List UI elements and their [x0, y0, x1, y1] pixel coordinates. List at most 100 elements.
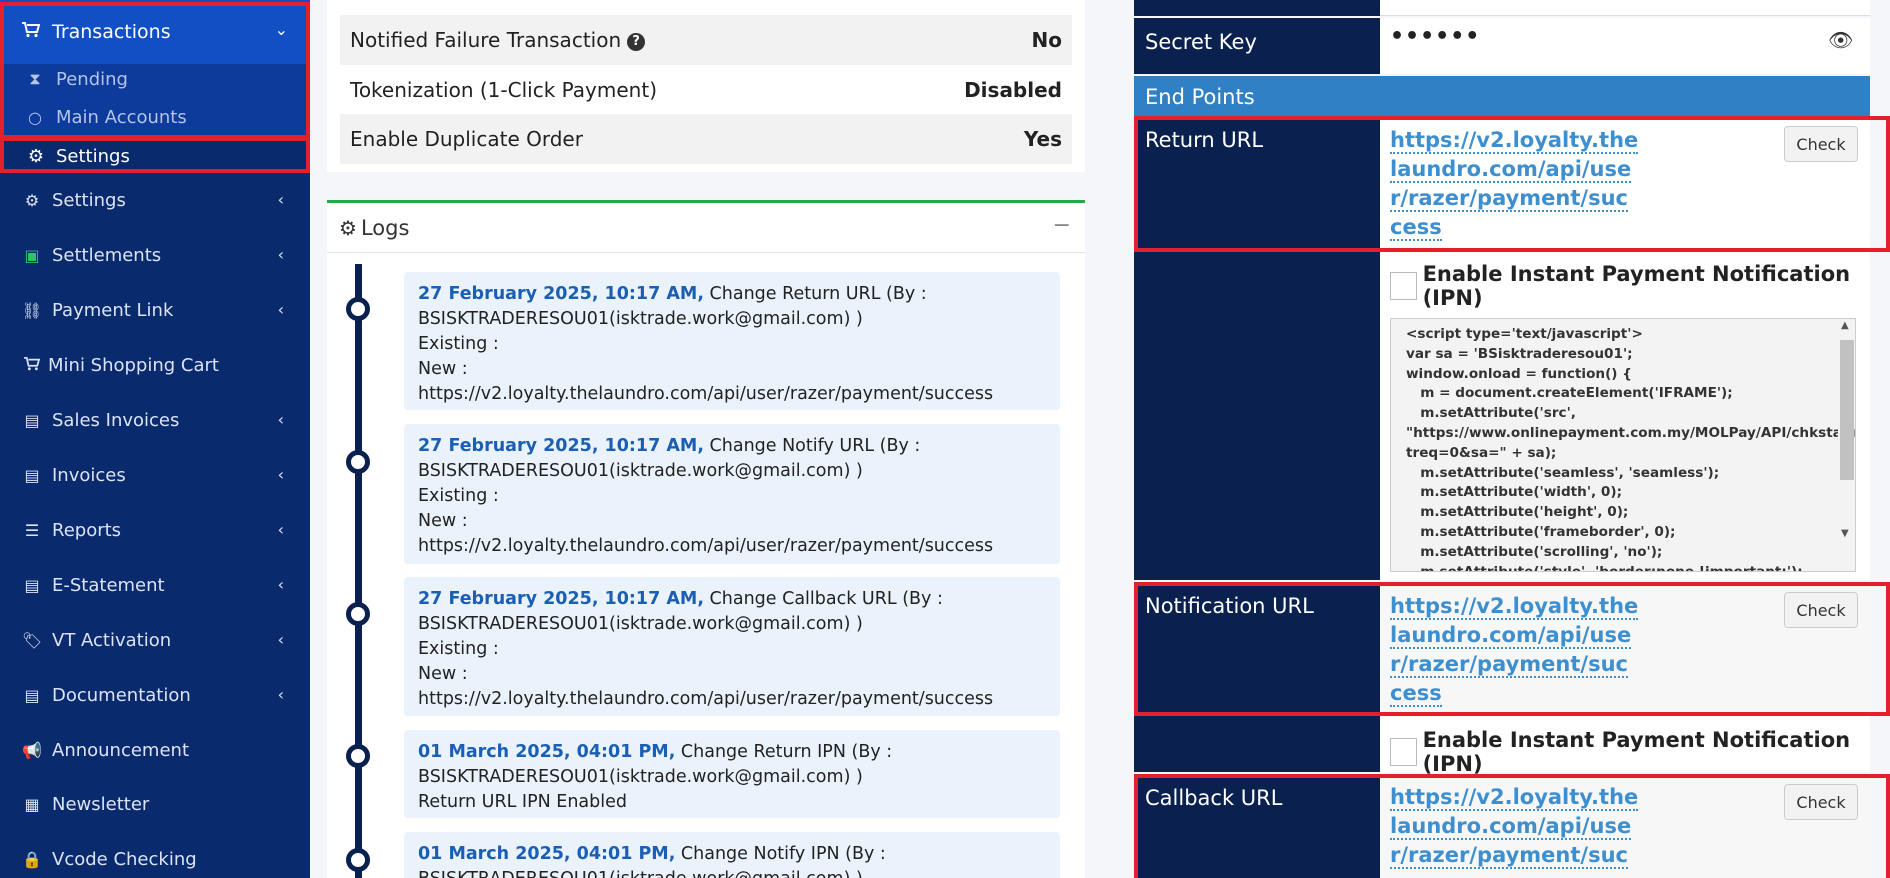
- ipn-label-cell-2: [1134, 716, 1380, 772]
- sidebar-item-newsletter[interactable]: ▦ Newsletter: [0, 784, 310, 824]
- chevron-down-icon: ⌄: [274, 20, 288, 39]
- sidebar-item-settings[interactable]: ⚙ Settings ‹: [0, 180, 310, 220]
- url-line: https://v2.loyalty.the: [1390, 785, 1639, 811]
- document-icon: ▤: [24, 685, 40, 705]
- secret-key-label-cell: Secret Key: [1134, 18, 1380, 74]
- log-action: Change Return URL (By :: [703, 284, 927, 304]
- timeline-dot: [346, 450, 370, 474]
- chevron-left-icon: ‹: [277, 685, 284, 704]
- scroll-down-icon[interactable]: ▼: [1841, 528, 1849, 539]
- gears-icon: ⚙: [24, 190, 40, 210]
- help-icon[interactable]: ?: [627, 32, 646, 51]
- setting-value: No: [1031, 28, 1062, 52]
- sidebar-item-transactions[interactable]: Transactions ⌄: [0, 0, 310, 64]
- sidebar-item-pending[interactable]: ⧗ Pending: [0, 60, 310, 98]
- ipn-toggle-return[interactable]: Enable Instant Payment Notification (IPN…: [1390, 262, 1890, 310]
- row-label-stub: [1134, 0, 1380, 16]
- secret-key-value: ••••••: [1390, 24, 1481, 49]
- url-line: https://v2.loyalty.the: [1390, 594, 1639, 620]
- setting-label: Notified Failure Transaction?: [350, 28, 646, 52]
- gear-icon: ⚙: [27, 145, 45, 167]
- setting-label: Tokenization (1-Click Payment): [350, 78, 658, 102]
- log-date: 27 February 2025, 10:17 AM,: [418, 589, 704, 609]
- log-date: 01 March 2025, 04:01 PM,: [418, 844, 676, 864]
- log-entry: 27 February 2025, 10:17 AM, Change Callb…: [404, 577, 1060, 716]
- timeline-dot: [346, 744, 370, 768]
- ipn-script-textarea[interactable]: <script type='text/javascript'> var sa =…: [1390, 318, 1856, 572]
- callback-url-check-button[interactable]: Check: [1784, 784, 1858, 820]
- file-icon: ▤: [24, 410, 40, 430]
- sidebar-item-mini-shopping-cart[interactable]: Mini Shopping Cart: [0, 345, 310, 385]
- circle-icon: ○: [28, 107, 42, 127]
- sidebar-item-transaction-settings[interactable]: ⚙ Settings: [0, 138, 310, 174]
- sidebar-item-label: Mini Shopping Cart: [48, 354, 219, 376]
- return-url-check-button[interactable]: Check: [1784, 126, 1858, 162]
- return-url-link[interactable]: https://v2.loyalty.the laundro.com/api/u…: [1390, 126, 1639, 242]
- chevron-left-icon: ‹: [277, 190, 284, 209]
- log-date: 27 February 2025, 10:17 AM,: [418, 436, 704, 456]
- chevron-left-icon: ‹: [277, 630, 284, 649]
- log-line: BSISKTRADERESOU01(isktrade.work@gmail.co…: [418, 614, 863, 634]
- lock-icon: 🔒: [22, 849, 42, 869]
- sidebar-item-announcement[interactable]: 📢 Announcement: [0, 730, 310, 770]
- minimize-button[interactable]: −: [1053, 213, 1071, 238]
- notification-url-check-button[interactable]: Check: [1784, 592, 1858, 628]
- chevron-left-icon: ‹: [277, 245, 284, 264]
- log-line: Return URL IPN Enabled: [418, 792, 628, 812]
- eye-icon[interactable]: 👁: [1828, 28, 1853, 52]
- log-entry: 01 March 2025, 04:01 PM, Change Notify I…: [404, 832, 1060, 878]
- notification-url-link[interactable]: https://v2.loyalty.the laundro.com/api/u…: [1390, 592, 1639, 708]
- sidebar-item-settlements[interactable]: ▣ Settlements ‹: [0, 235, 310, 275]
- sidebar-item-vt-activation[interactable]: 🏷 VT Activation ‹: [0, 620, 310, 660]
- textarea-scrollbar[interactable]: ▲ ▼: [1838, 320, 1854, 570]
- sidebar-item-sales-invoices[interactable]: ▤ Sales Invoices ‹: [0, 400, 310, 440]
- log-action: Change Notify URL (By :: [703, 436, 921, 456]
- sidebar: Transactions ⌄ ⧗ Pending ○ Main Accounts…: [0, 0, 310, 878]
- ipn-toggle-notify[interactable]: Enable Instant Payment Notification (IPN…: [1390, 728, 1890, 776]
- cart-icon: [22, 21, 44, 43]
- ipn-label-cell: [1134, 252, 1380, 580]
- sidebar-item-label: Announcement: [52, 739, 190, 761]
- chevron-left-icon: ‹: [277, 300, 284, 319]
- sidebar-item-label: Settings: [52, 189, 126, 211]
- callback-url-label-cell: Callback URL: [1134, 776, 1380, 878]
- log-line: Existing :: [418, 486, 499, 506]
- url-line: r/razer/payment/suc: [1390, 843, 1628, 869]
- newspaper-icon: ▦: [24, 794, 40, 814]
- sidebar-item-label: Main Accounts: [56, 106, 187, 128]
- sidebar-item-label: Pending: [56, 68, 128, 90]
- sidebar-item-label: Documentation: [52, 684, 191, 706]
- log-line: https://v2.loyalty.thelaundro.com/api/us…: [418, 384, 994, 404]
- scroll-up-icon[interactable]: ▲: [1841, 320, 1849, 331]
- file-icon: ▤: [24, 465, 40, 485]
- log-line: https://v2.loyalty.thelaundro.com/api/us…: [418, 536, 994, 556]
- notification-url-label-cell: Notification URL: [1134, 584, 1380, 714]
- cart-icon: [21, 356, 43, 375]
- sidebar-item-label: Settings: [56, 145, 130, 167]
- setting-row-duplicate-order: Enable Duplicate Order Yes: [340, 114, 1072, 164]
- log-line: New :: [418, 664, 468, 684]
- timeline-line: [355, 264, 362, 878]
- sidebar-item-e-statement[interactable]: ▤ E-Statement ‹: [0, 565, 310, 605]
- ipn-label: Enable Instant Payment Notification (IPN…: [1422, 728, 1851, 776]
- sidebar-item-reports[interactable]: ☰ Reports ‹: [0, 510, 310, 550]
- chevron-left-icon: ‹: [277, 410, 284, 429]
- sidebar-item-vcode-checking[interactable]: 🔒 Vcode Checking: [0, 839, 310, 878]
- sidebar-item-label: Newsletter: [52, 793, 150, 815]
- ipn-checkbox[interactable]: [1390, 272, 1417, 300]
- url-line: laundro.com/api/use: [1390, 814, 1632, 840]
- callback-url-link[interactable]: https://v2.loyalty.the laundro.com/api/u…: [1390, 783, 1639, 870]
- sidebar-item-documentation[interactable]: ▤ Documentation ‹: [0, 675, 310, 715]
- ipn-checkbox[interactable]: [1390, 738, 1417, 766]
- sidebar-item-invoices[interactable]: ▤ Invoices ‹: [0, 455, 310, 495]
- sidebar-item-main-accounts[interactable]: ○ Main Accounts: [0, 98, 310, 136]
- sidebar-item-label: Reports: [52, 519, 122, 541]
- list-icon: ☰: [24, 520, 40, 540]
- sidebar-item-payment-link[interactable]: ⛓ Payment Link ‹: [0, 290, 310, 330]
- log-line: Existing :: [418, 334, 499, 354]
- log-line: New :: [418, 359, 468, 379]
- url-line: https://v2.loyalty.the: [1390, 128, 1639, 154]
- sidebar-item-label: Sales Invoices: [52, 409, 180, 431]
- url-line: cess: [1390, 215, 1442, 241]
- scrollbar-thumb[interactable]: [1840, 340, 1854, 480]
